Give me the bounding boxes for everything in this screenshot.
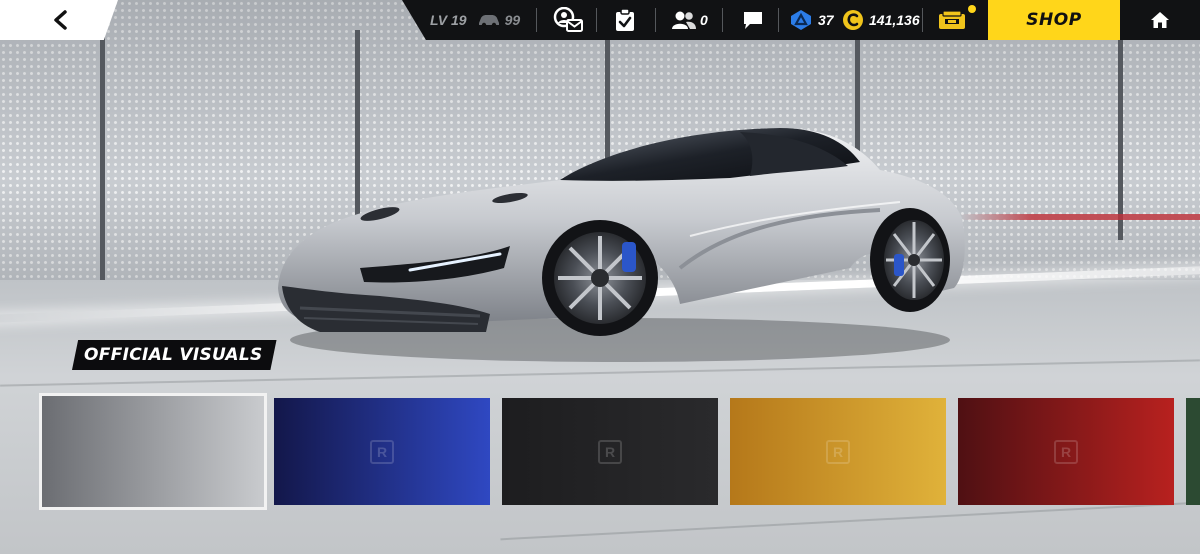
wall-pillar (1118, 40, 1123, 240)
player-level[interactable]: LV 19 99 (430, 0, 520, 40)
divider (922, 8, 923, 32)
divider (536, 8, 537, 32)
color-swatch-gold[interactable]: R (730, 398, 946, 505)
divider (596, 8, 597, 32)
credit-coin-icon (843, 10, 863, 30)
profile-button[interactable] (553, 0, 583, 40)
token-icon (791, 10, 811, 30)
level-label: LV 19 (430, 12, 467, 28)
clipboard-check-icon (616, 8, 634, 31)
wall-pillar (100, 30, 105, 290)
divider (778, 8, 779, 32)
tasks-button[interactable] (614, 0, 636, 40)
credits-display[interactable]: 141,136 (842, 0, 920, 40)
friends-icon (672, 11, 696, 29)
home-button[interactable] (1120, 0, 1200, 40)
divider (655, 8, 656, 32)
car-icon (478, 15, 499, 28)
profile-mail-icon (553, 7, 583, 32)
notification-dot (968, 5, 976, 13)
chat-button[interactable] (742, 0, 764, 40)
cars-owned-count: 99 (504, 12, 521, 28)
official-visuals-label: OFFICIAL VISUALS (84, 345, 263, 365)
rare-lock-icon: R (1054, 440, 1078, 464)
official-visuals-badge: OFFICIAL VISUALS (72, 340, 277, 370)
credits-count: 141,136 (869, 12, 920, 28)
color-swatch-blue[interactable]: R (274, 398, 490, 505)
car-model (260, 118, 980, 368)
shop-button[interactable]: SHOP (988, 0, 1120, 40)
color-swatch-next-partial[interactable] (1186, 398, 1200, 505)
rare-lock-icon: R (370, 440, 394, 464)
chevron-left-icon (54, 10, 67, 30)
color-swatch-silver[interactable] (39, 393, 267, 510)
color-swatch-black[interactable]: R (502, 398, 718, 505)
chat-bubble-icon (744, 12, 762, 29)
tokens-count: 37 (818, 12, 834, 28)
divider (722, 8, 723, 32)
rare-lock-icon: R (598, 440, 622, 464)
tokens-display[interactable]: 37 (790, 0, 834, 40)
friends-count: 0 (700, 12, 708, 28)
friends-button[interactable]: 0 (671, 0, 708, 40)
card-pack-icon (939, 10, 965, 29)
back-button[interactable] (0, 0, 118, 40)
card-pack-button[interactable] (938, 0, 966, 40)
color-swatch-red[interactable]: R (958, 398, 1174, 505)
rare-lock-icon: R (826, 440, 850, 464)
car-illustration (278, 128, 965, 362)
home-icon (1151, 12, 1169, 28)
